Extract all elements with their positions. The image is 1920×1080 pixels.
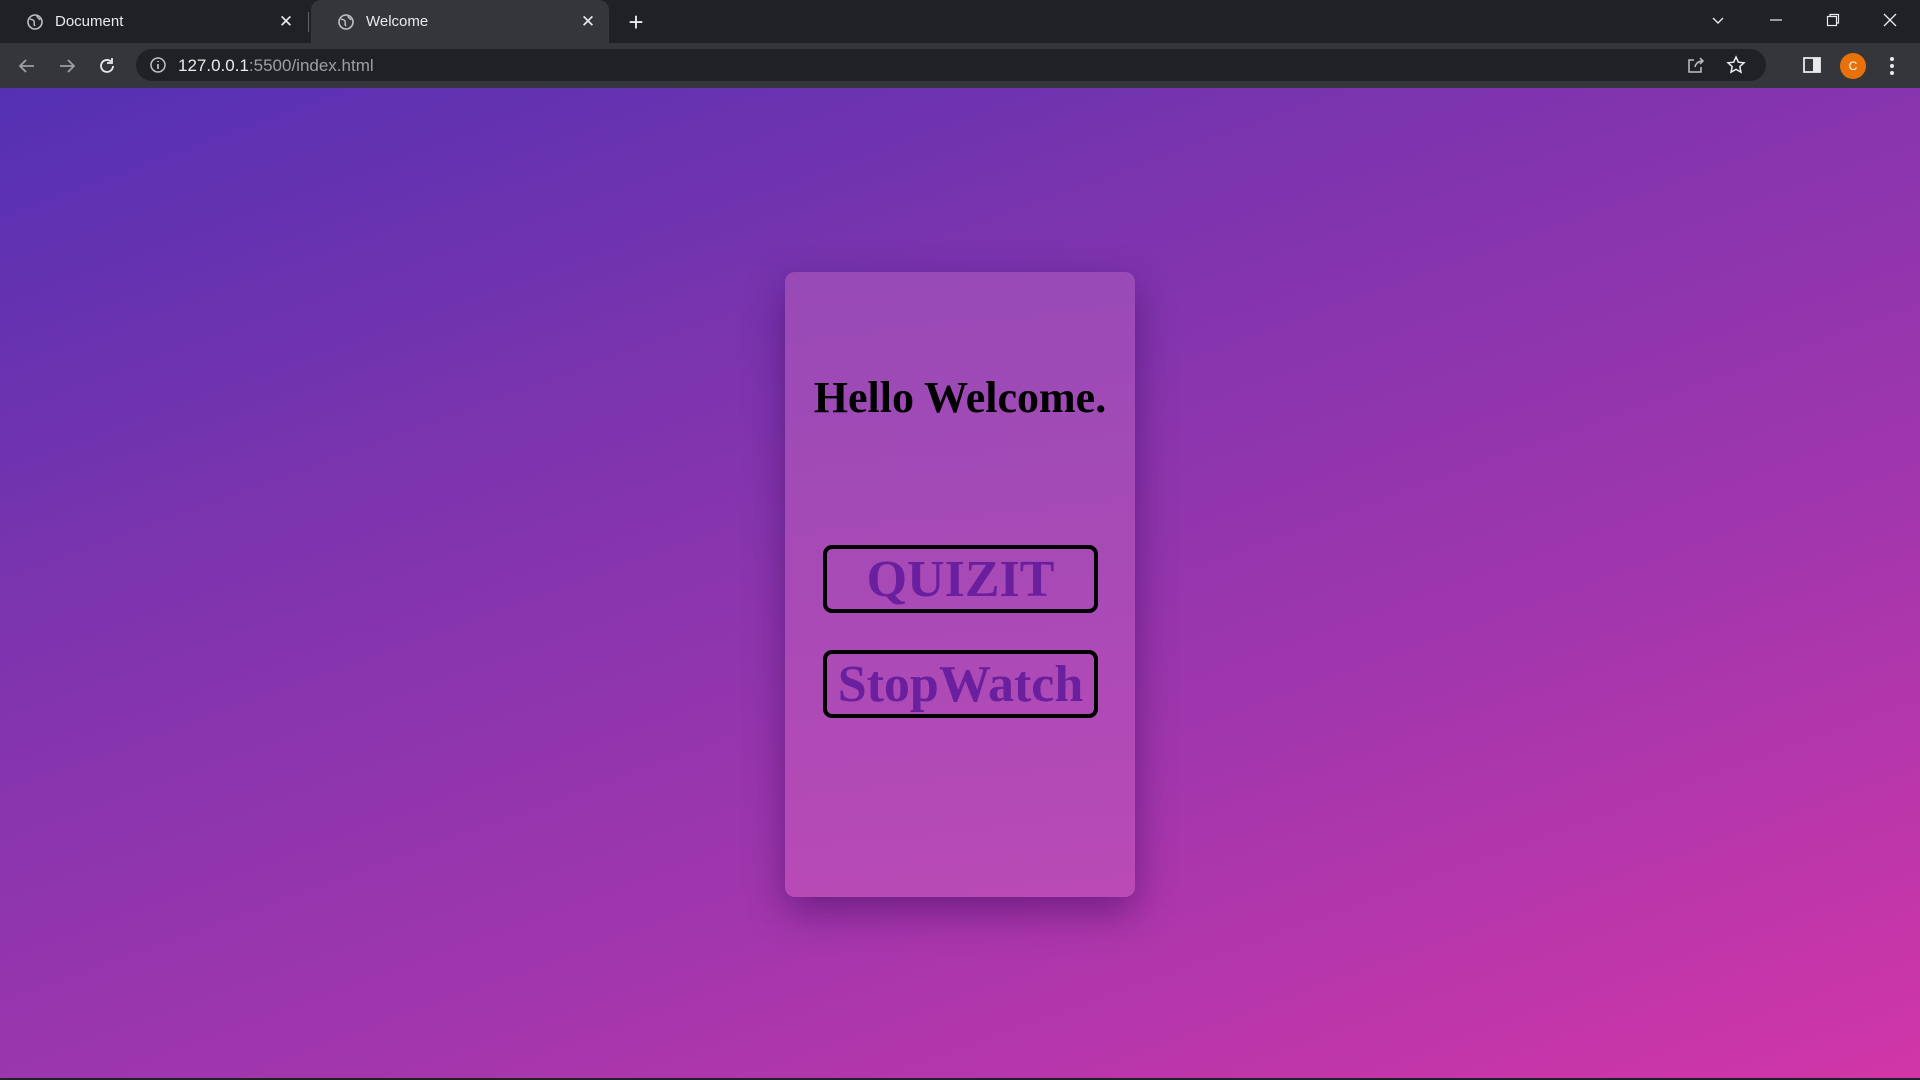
share-icon[interactable] (1686, 55, 1706, 75)
tab-divider (308, 12, 309, 32)
close-window-icon[interactable] (1862, 0, 1918, 40)
stopwatch-button[interactable]: StopWatch (823, 650, 1098, 718)
welcome-card: Hello Welcome. QUIZIT StopWatch (785, 272, 1135, 897)
more-menu-icon[interactable] (1882, 53, 1902, 79)
tab-document[interactable]: Document ✕ (0, 0, 307, 43)
quizit-button[interactable]: QUIZIT (823, 545, 1098, 613)
new-tab-button[interactable]: + (622, 7, 650, 37)
reload-icon[interactable] (92, 51, 122, 81)
browser-chrome: Document ✕ Welcome ✕ + 127.0.0.1:5500/in… (0, 0, 1920, 88)
restore-icon[interactable] (1805, 0, 1861, 40)
close-tab-icon[interactable]: ✕ (579, 12, 597, 31)
bookmark-star-icon[interactable] (1726, 55, 1746, 75)
close-tab-icon[interactable]: ✕ (277, 12, 295, 31)
browser-toolbar: 127.0.0.1:5500/index.html C (0, 43, 1920, 88)
address-bar[interactable]: 127.0.0.1:5500/index.html (136, 49, 1766, 81)
tab-title: Document (55, 13, 124, 30)
tab-search-icon[interactable] (1690, 0, 1746, 40)
page-title: Hello Welcome. (813, 373, 1107, 422)
avatar[interactable]: C (1840, 53, 1866, 79)
globe-icon (338, 13, 354, 30)
globe-icon (27, 13, 43, 30)
back-icon[interactable] (12, 51, 42, 81)
side-panel-icon[interactable] (1800, 53, 1824, 77)
page-viewport: Hello Welcome. QUIZIT StopWatch (0, 88, 1920, 1078)
site-info-icon[interactable] (149, 56, 167, 74)
forward-icon[interactable] (52, 51, 82, 81)
url-text: 127.0.0.1:5500/index.html (178, 56, 374, 75)
tab-welcome[interactable]: Welcome ✕ (311, 0, 609, 43)
tab-title: Welcome (366, 13, 429, 30)
minimize-icon[interactable] (1748, 0, 1804, 40)
tab-strip: Document ✕ Welcome ✕ + (0, 0, 1920, 43)
